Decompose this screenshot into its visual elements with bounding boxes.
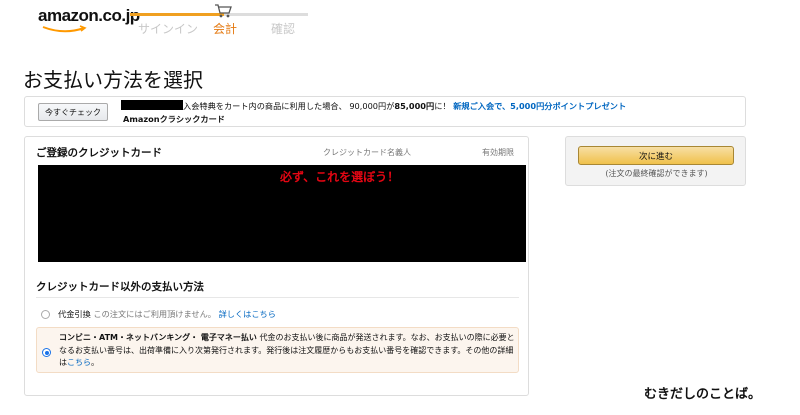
watermark: むきだしのことば。 xyxy=(644,387,762,402)
promo-card-name: Amazonクラシックカード xyxy=(123,114,225,124)
check-now-button[interactable]: 今すぐチェック xyxy=(38,103,108,121)
konbini-radio[interactable] xyxy=(42,348,51,357)
cardholder-column-header: クレジットカード名義人 xyxy=(323,148,411,157)
step-signin: サインイン xyxy=(138,22,199,36)
cod-radio[interactable] xyxy=(41,310,50,319)
konbini-label: コンビニ・ATM・ネットバンキング・ 電子マネー払い xyxy=(59,333,257,342)
promo-signup-link[interactable]: 新規ご入会で、5,000円分ポイントプレゼント xyxy=(453,101,626,111)
cod-label-group: 代金引換 この注文にはご利用頂けません。 詳しくはこちら xyxy=(58,308,276,320)
promo-offer-text: 入会特典をカート内の商品に利用した場合、 90,000円が85,000円に！ 新… xyxy=(183,100,626,112)
logo-text: amazon.co.jp xyxy=(38,6,140,25)
page-title: お支払い方法を選択 xyxy=(23,68,203,92)
konbini-text: コンビニ・ATM・ネットバンキング・ 電子マネー払い 代金のお支払い後に商品が発… xyxy=(59,332,517,370)
cod-note: この注文にはご利用頂けません。 xyxy=(93,309,216,319)
next-button[interactable]: 次に進む xyxy=(578,146,734,165)
step-checkout: 会計 xyxy=(213,22,238,36)
promo-banner: 今すぐチェック 入会特典をカート内の商品に利用した場合、 90,000円が85,… xyxy=(24,96,746,127)
cart-icon xyxy=(215,4,232,18)
annotation-text: 必ず、これを選ぼう！ xyxy=(280,170,400,184)
next-step-box: 次に進む (注文の最終確認ができます) xyxy=(565,136,746,186)
other-methods-heading: クレジットカード以外の支払い方法 xyxy=(36,281,204,293)
promo-offer-prefix: 入会特典をカート内の商品に利用した場合、 90,000円が xyxy=(183,101,395,111)
next-step-note: (注文の最終確認ができます) xyxy=(605,169,708,178)
konbini-details-link[interactable]: こちら xyxy=(67,358,91,367)
smile-arrow-icon xyxy=(42,25,87,33)
payment-methods-panel: ご登録のクレジットカード クレジットカード名義人 有効期限 クレジットカード以外… xyxy=(24,136,529,396)
cod-option[interactable]: 代金引換 この注文にはご利用頂けません。 詳しくはこちら xyxy=(36,305,519,325)
redacted-area xyxy=(121,100,183,110)
konbini-end: 。 xyxy=(91,358,99,367)
promo-offer-amount: 85,000円 xyxy=(394,101,435,111)
cod-label: 代金引換 xyxy=(58,309,91,319)
promo-offer-suffix: に！ xyxy=(434,101,451,111)
step-confirm: 確認 xyxy=(271,22,296,36)
progress-fill xyxy=(130,13,224,16)
cod-details-link[interactable]: 詳しくはこちら xyxy=(219,309,276,319)
expiry-column-header: 有効期限 xyxy=(482,148,514,157)
checkout-progress: サインイン 会計 確認 xyxy=(130,0,310,40)
konbini-option[interactable]: コンビニ・ATM・ネットバンキング・ 電子マネー払い 代金のお支払い後に商品が発… xyxy=(36,327,519,373)
amazon-logo[interactable]: amazon.co.jp xyxy=(38,6,140,36)
registered-cards-heading: ご登録のクレジットカード xyxy=(36,147,162,159)
divider xyxy=(36,297,519,298)
